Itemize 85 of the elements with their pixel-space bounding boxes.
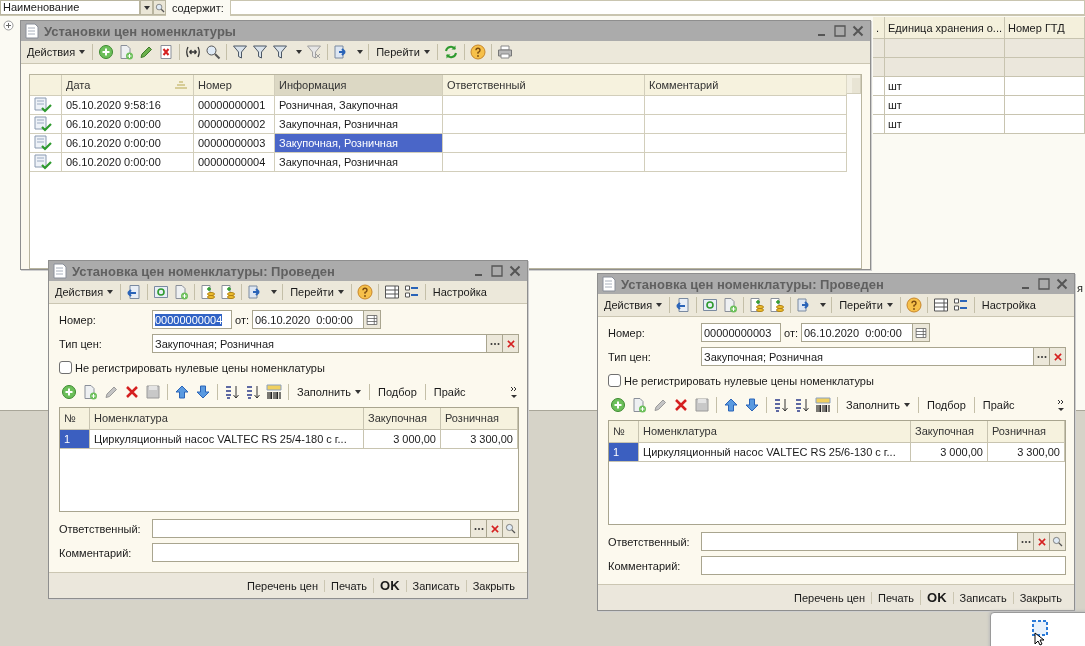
table-cell: 06.10.2020 0:00:00 <box>62 134 194 153</box>
settings-button[interactable]: Настройка <box>979 299 1038 311</box>
table-cell: я <box>1077 282 1083 294</box>
column-header[interactable]: Закупочная <box>364 408 441 430</box>
column-header[interactable]: Комментарий <box>645 75 847 96</box>
goto-menu[interactable]: Перейти <box>374 46 432 58</box>
column-header[interactable]: № <box>60 408 90 430</box>
table-cell: 1 <box>60 430 90 449</box>
column-header[interactable]: . <box>873 17 885 39</box>
actions-menu[interactable]: Действия <box>53 286 116 298</box>
date-field[interactable]: 06.10.2020 0:00:00 <box>252 310 364 329</box>
window-title: Установка цен номенклатуры: Проведен <box>621 276 885 292</box>
footer-button[interactable]: Перечень цен <box>788 591 872 604</box>
search-label: содержит: <box>166 0 230 16</box>
table-cell: 3 000,00 <box>364 430 441 449</box>
table-cell: шт <box>885 77 1005 96</box>
table-cell: 1 <box>609 443 639 462</box>
goto-menu[interactable]: Перейти <box>288 286 346 298</box>
settings-button[interactable]: Настройка <box>430 286 489 298</box>
table-cell: 00000000001 <box>194 96 275 115</box>
window-title: Установка цен номенклатуры: Проведен <box>72 263 336 279</box>
footer-button[interactable]: OK <box>920 590 953 605</box>
goto-menu[interactable]: Перейти <box>837 299 895 311</box>
price-button[interactable]: Прайс <box>980 399 1017 411</box>
table-cell: 3 000,00 <box>911 443 988 462</box>
field-label: Тип цен: <box>59 337 103 350</box>
footer-button[interactable]: Записать <box>952 591 1013 604</box>
column-header[interactable]: Единица хранения о... <box>885 17 1005 39</box>
footer-button[interactable]: OK <box>373 578 406 593</box>
date-field[interactable]: 06.10.2020 0:00:00 <box>801 323 913 342</box>
table-cell: 06.10.2020 0:00:00 <box>62 115 194 134</box>
table-cell: шт <box>885 115 1005 134</box>
field-label: Ответственный: <box>59 522 142 535</box>
footer-button[interactable]: Перечень цен <box>241 579 325 592</box>
menu-button[interactable]: Заполнить <box>844 399 912 411</box>
field-label: Тип цен: <box>608 350 652 363</box>
field-label: от: <box>783 326 799 339</box>
column-header[interactable]: Ответственный <box>443 75 645 96</box>
field-label: Комментарий: <box>608 559 682 572</box>
column-header[interactable]: Номенклатура <box>90 408 364 430</box>
footer-button[interactable]: Записать <box>405 579 466 592</box>
table-cell: шт <box>885 96 1005 115</box>
table-cell: 05.10.2020 9:58:16 <box>62 96 194 115</box>
price-type-field[interactable]: Закупочная; Розничная <box>701 347 1034 366</box>
column-header[interactable]: Номенклатура <box>639 421 911 443</box>
table-cell: Закупочная, Розничная <box>275 134 443 153</box>
field-label: Номер: <box>59 313 97 326</box>
column-header[interactable]: Закупочная <box>911 421 988 443</box>
table-cell: 00000000004 <box>194 153 275 172</box>
table-cell: Розничная, Закупочная <box>275 96 443 115</box>
field-label: Номер: <box>608 326 646 339</box>
column-header[interactable]: Дата <box>62 75 194 96</box>
price-type-field[interactable]: Закупочная; Розничная <box>152 334 487 353</box>
number-field[interactable]: 00000000004 <box>152 310 232 329</box>
column-header[interactable]: № <box>609 421 639 443</box>
column-header[interactable]: Розничная <box>988 421 1065 443</box>
checkbox-label: Не регистрировать нулевые цены номенклатуры <box>624 374 874 387</box>
column-header[interactable]: Информация <box>275 75 443 96</box>
table-cell: Циркуляционный насос VALTEC RS 25/6-130 с г... <box>639 443 911 462</box>
actions-menu[interactable]: Действия <box>25 46 88 58</box>
column-header[interactable]: Номер <box>194 75 275 96</box>
field-label: Ответственный: <box>608 535 691 548</box>
footer-button[interactable]: Закрыть <box>465 579 521 592</box>
footer-button[interactable]: Печать <box>871 591 921 604</box>
menu-button[interactable]: Заполнить <box>295 386 363 398</box>
table-cell: 3 300,00 <box>441 430 518 449</box>
price-button[interactable]: Прайс <box>431 386 468 398</box>
column-header[interactable]: Номер ГТД <box>1005 17 1085 39</box>
footer-button[interactable]: Печать <box>324 579 374 592</box>
attribute-field[interactable]: Наименование <box>0 0 140 15</box>
window-title: Установки цен номенклатуры <box>44 23 237 39</box>
table-cell: 3 300,00 <box>988 443 1065 462</box>
footer-button[interactable]: Закрыть <box>1012 591 1068 604</box>
table-cell: Циркуляционный насос VALTEC RS 25/4-180 с г... <box>90 430 364 449</box>
table-cell: Закупочная, Розничная <box>275 153 443 172</box>
selection-button[interactable]: Подбор <box>376 386 419 398</box>
number-field[interactable]: 00000000003 <box>701 323 781 342</box>
actions-menu[interactable]: Действия <box>602 299 665 311</box>
checkbox-label: Не регистрировать нулевые цены номенклатуры <box>75 361 325 374</box>
column-header[interactable]: Розничная <box>441 408 518 430</box>
field-label: от: <box>234 313 250 326</box>
selection-button[interactable]: Подбор <box>925 399 968 411</box>
field-label: Комментарий: <box>59 546 133 559</box>
table-cell: 06.10.2020 0:00:00 <box>62 153 194 172</box>
table-cell: 00000000002 <box>194 115 275 134</box>
